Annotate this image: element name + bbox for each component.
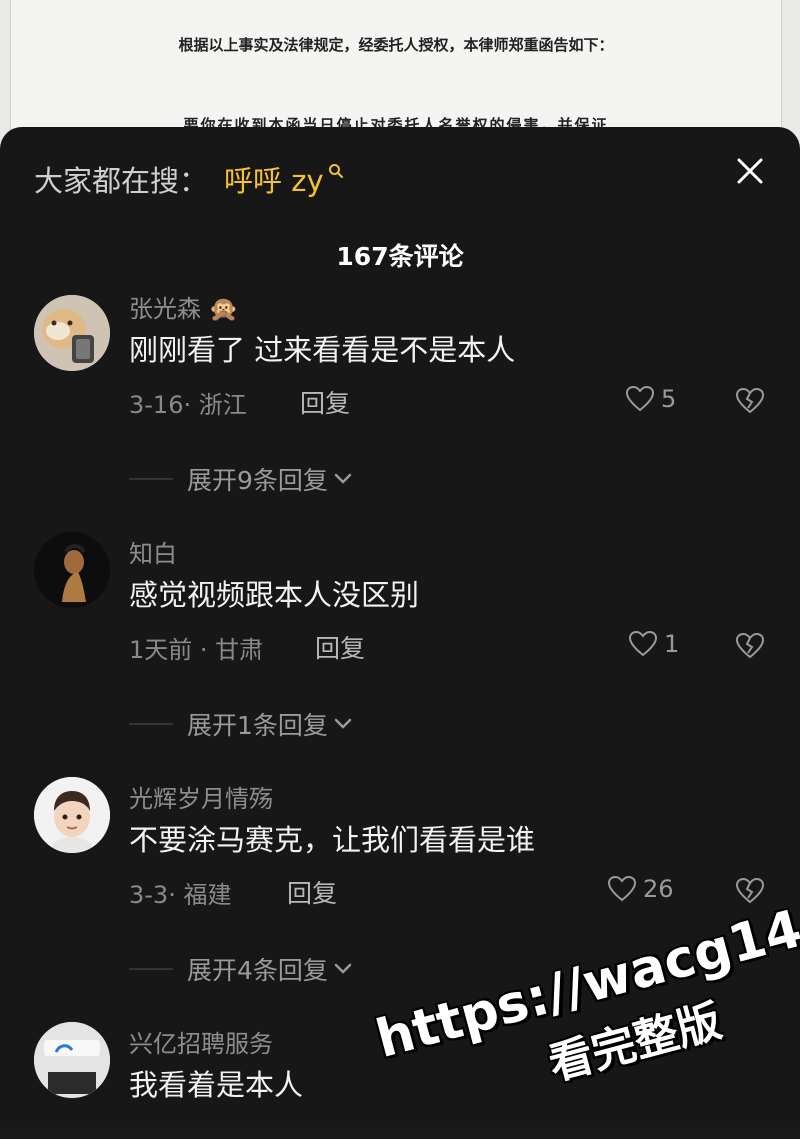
- heart-icon: [607, 875, 637, 902]
- broken-heart-icon: [735, 632, 765, 659]
- comment-text: 我看着是本人: [129, 1068, 304, 1102]
- expand-replies[interactable]: 展开1条回复: [129, 706, 352, 742]
- reply-button[interactable]: 回复: [315, 629, 365, 665]
- reply-button[interactable]: 回复: [287, 874, 337, 910]
- search-icon: [328, 152, 344, 186]
- expand-replies-label: 展开4条回复: [187, 956, 328, 985]
- username[interactable]: 光辉岁月情殇: [129, 779, 273, 814]
- close-button[interactable]: [730, 151, 770, 191]
- comment-text: 不要涂马赛克，让我们看看是谁: [129, 823, 536, 857]
- avatar[interactable]: [34, 777, 110, 853]
- username[interactable]: 兴亿招聘服务: [129, 1024, 273, 1059]
- broken-heart-icon: [735, 877, 765, 904]
- chevron-down-icon: [334, 718, 352, 729]
- dislike-button[interactable]: [735, 877, 765, 909]
- dislike-button[interactable]: [735, 632, 765, 664]
- like-button[interactable]: 1: [628, 630, 679, 658]
- username[interactable]: 知白: [129, 534, 177, 569]
- expand-replies-label: 展开1条回复: [187, 711, 328, 740]
- username-emoji: 🙊: [208, 295, 239, 323]
- comment-text: 感觉视频跟本人没区别: [129, 578, 420, 612]
- trending-search[interactable]: 大家都在搜： 呼呼 zy: [34, 159, 344, 199]
- like-count: 1: [664, 630, 680, 658]
- chevron-down-icon: [334, 963, 352, 974]
- comment-item: 光辉岁月情殇 不要涂马赛克，让我们看看是谁 3-3· 福建 回复 26 展开4条…: [0, 777, 800, 1017]
- expand-replies-label: 展开9条回复: [187, 466, 328, 495]
- chevron-down-icon: [334, 473, 352, 484]
- like-button[interactable]: 26: [607, 875, 674, 903]
- comment-date-location: 3-3· 福建: [129, 881, 232, 909]
- username-text: 张光森: [129, 295, 201, 323]
- like-count: 26: [643, 875, 674, 903]
- avatar[interactable]: [34, 1022, 110, 1098]
- divider: [129, 478, 173, 480]
- comment-date-location: 1天前 · 甘肃: [129, 636, 264, 664]
- divider: [129, 968, 173, 970]
- like-button[interactable]: 5: [625, 385, 676, 413]
- divider: [129, 723, 173, 725]
- comment-count-title: 167条评论: [336, 242, 464, 271]
- comment-item: 张光森 🙊 刚刚看了 过来看看是不是本人 3-16· 浙江 回复 5 展开9条回…: [0, 287, 800, 527]
- like-count: 5: [661, 385, 677, 413]
- heart-icon: [628, 630, 658, 657]
- trending-search-label: 大家都在搜：: [34, 164, 209, 198]
- close-icon[interactable]: [736, 157, 764, 185]
- trending-search-term[interactable]: 呼呼 zy: [224, 158, 324, 200]
- comment-date-location: 3-16· 浙江: [129, 391, 247, 419]
- avatar[interactable]: [34, 532, 110, 608]
- broken-heart-icon: [735, 387, 765, 414]
- document-line: 根据以上事实及法律规定，经委托人授权，本律师郑重函告如下：: [178, 36, 614, 54]
- comment-item: 知白 感觉视频跟本人没区别 1天前 · 甘肃 回复 1 展开1条回复: [0, 532, 800, 772]
- dislike-button[interactable]: [735, 387, 765, 419]
- reply-button[interactable]: 回复: [300, 384, 350, 420]
- avatar[interactable]: [34, 295, 110, 371]
- comments-panel: 大家都在搜： 呼呼 zy 167条评论 张光森 🙊 刚刚看了 过来看看是不是本人…: [0, 127, 800, 1127]
- expand-replies[interactable]: 展开9条回复: [129, 461, 352, 497]
- username[interactable]: 张光森 🙊: [129, 289, 239, 324]
- heart-icon: [625, 385, 655, 412]
- comment-text: 刚刚看了 过来看看是不是本人: [129, 333, 516, 367]
- expand-replies[interactable]: 展开4条回复: [129, 951, 352, 987]
- comment-item: 兴亿招聘服务 我看着是本人: [0, 1022, 800, 1127]
